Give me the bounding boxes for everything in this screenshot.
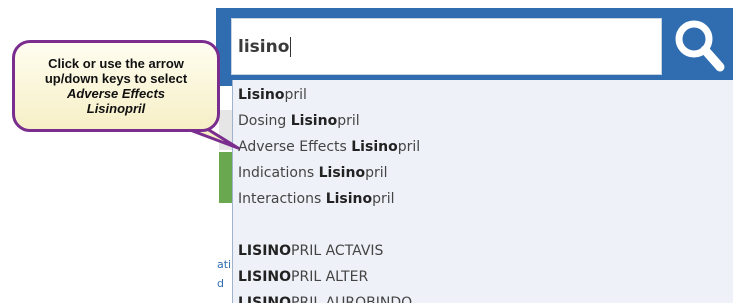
suggestion-lisinopril-aurobindo[interactable]: LISINOPRIL AUROBINDO — [238, 295, 412, 303]
background-link-fragment[interactable]: ati — [217, 258, 231, 271]
background-green-strip — [219, 152, 232, 203]
search-button[interactable] — [664, 10, 733, 80]
magnifier-icon — [675, 20, 724, 72]
suggestion-interactions-lisinopril[interactable]: Interactions Lisinopril — [238, 191, 395, 207]
search-input[interactable]: lisino — [231, 18, 662, 75]
search-query-text: lisino — [238, 36, 290, 57]
suggestion-lisinopril[interactable]: Lisinopril — [238, 87, 307, 103]
instruction-callout: Click or use the arrow up/down keys to s… — [12, 40, 220, 132]
background-panel-strip — [219, 110, 232, 150]
callout-line: Adverse Effects — [66, 86, 166, 101]
suggestion-lisinopril-actavis[interactable]: LISINOPRIL ACTAVIS — [238, 243, 383, 259]
callout-line: Lisinopril — [86, 101, 146, 116]
background-link-fragment[interactable]: d — [217, 277, 224, 290]
callout-line: Click or use the arrow — [48, 56, 184, 71]
autocomplete-dropdown: Lisinopril Dosing Lisinopril Adverse Eff… — [232, 80, 733, 303]
suggestion-dosing-lisinopril[interactable]: Dosing Lisinopril — [238, 113, 360, 129]
callout-line: up/down keys to select — [44, 71, 188, 86]
suggestion-lisinopril-alter[interactable]: LISINOPRIL ALTER — [238, 269, 368, 285]
suggestion-indications-lisinopril[interactable]: Indications Lisinopril — [238, 165, 387, 181]
suggestion-adverse-effects-lisinopril[interactable]: Adverse Effects Lisinopril — [238, 139, 420, 155]
text-caret — [290, 36, 292, 57]
